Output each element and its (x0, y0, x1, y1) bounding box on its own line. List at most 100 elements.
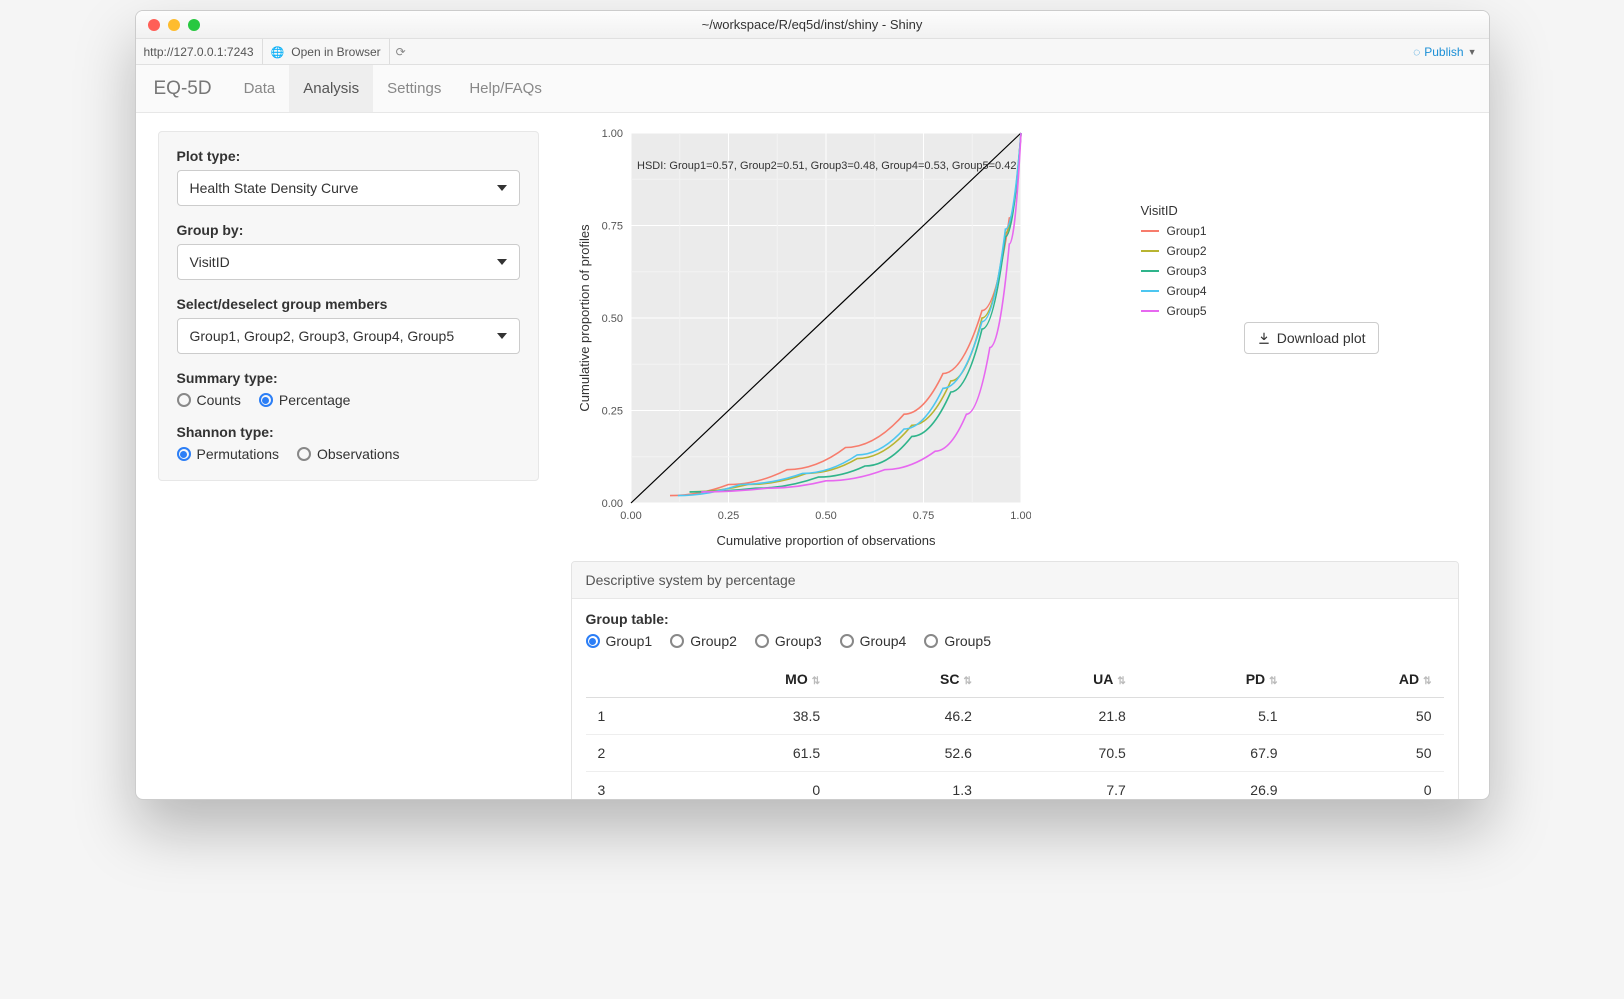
chevron-down-icon: ▼ (1468, 47, 1477, 57)
table-row: 301.37.726.90 (586, 772, 1444, 800)
chevron-down-icon (497, 185, 507, 191)
shannon-type-radios: Permutations Observations (177, 446, 520, 462)
summary-type-option[interactable]: Counts (177, 392, 241, 408)
browser-icon (271, 45, 288, 59)
svg-text:Cumulative proportion of obser: Cumulative proportion of observations (716, 533, 935, 548)
group-table-label: Group3 (775, 633, 822, 649)
table-cell: 0 (672, 772, 832, 800)
group-table-option[interactable]: Group1 (586, 633, 653, 649)
group-members-select[interactable]: Group1, Group2, Group3, Group4, Group5 (177, 318, 520, 354)
table-header[interactable]: AD⇅ (1290, 661, 1444, 698)
plot-legend: VisitID Group1Group2Group3Group4Group5 (1141, 203, 1207, 324)
traffic-lights (136, 19, 200, 31)
download-icon (1257, 331, 1271, 345)
legend-label: Group1 (1167, 224, 1207, 238)
group-table-option[interactable]: Group4 (840, 633, 907, 649)
svg-text:HSDI: Group1=0.57, Group2=0.51: HSDI: Group1=0.57, Group2=0.51, Group3=0… (637, 160, 1016, 172)
group-table-label: Group1 (606, 633, 653, 649)
radio-icon (177, 393, 191, 407)
main-panel: 0.000.250.500.751.000.000.250.500.751.00… (561, 113, 1489, 799)
table-cell: 0 (1290, 772, 1444, 800)
sidebar: Plot type: Health State Density Curve Gr… (136, 113, 561, 799)
sort-icon: ⇅ (964, 676, 972, 687)
close-window-icon[interactable] (148, 19, 160, 31)
svg-text:0.00: 0.00 (601, 498, 622, 510)
group-by-label: Group by: (177, 222, 520, 238)
chart-svg: 0.000.250.500.751.000.000.250.500.751.00… (571, 123, 1031, 553)
controls-well: Plot type: Health State Density Curve Gr… (158, 131, 539, 481)
table-header[interactable]: PD⇅ (1138, 661, 1290, 698)
plot-row: 0.000.250.500.751.000.000.250.500.751.00… (571, 123, 1459, 553)
plot-type-label: Plot type: (177, 148, 520, 164)
group-by-select[interactable]: VisitID (177, 244, 520, 280)
url-field[interactable]: http://127.0.0.1:7243 (136, 39, 263, 64)
group-table-option[interactable]: Group2 (670, 633, 737, 649)
summary-type-option[interactable]: Percentage (259, 392, 351, 408)
group-members-value: Group1, Group2, Group3, Group4, Group5 (190, 328, 455, 344)
legend-item: Group5 (1141, 304, 1207, 318)
radio-icon (259, 393, 273, 407)
titlebar: ~/workspace/R/eq5d/inst/shiny - Shiny (136, 11, 1489, 39)
nav-item-help[interactable]: Help/FAQs (455, 65, 556, 112)
svg-text:1.00: 1.00 (1010, 510, 1031, 522)
sort-icon: ⇅ (1117, 676, 1125, 687)
summary-type-radios: Counts Percentage (177, 392, 520, 408)
table-cell: 21.8 (984, 698, 1138, 735)
sort-icon: ⇅ (812, 676, 820, 687)
table-cell: 1.3 (832, 772, 984, 800)
summary-type-label: Counts (197, 392, 241, 408)
brand: EQ-5D (154, 78, 212, 100)
table-header[interactable]: MO⇅ (672, 661, 832, 698)
shannon-type-label: Observations (317, 446, 399, 462)
group-table-label: Group5 (944, 633, 991, 649)
panel-heading: Descriptive system by percentage (572, 562, 1458, 599)
shannon-type-option[interactable]: Permutations (177, 446, 279, 462)
chevron-down-icon (497, 259, 507, 265)
radio-icon (924, 634, 938, 648)
nav-item-data[interactable]: Data (230, 65, 290, 112)
summary-type-label: Summary type: (177, 370, 520, 386)
minimize-window-icon[interactable] (168, 19, 180, 31)
nav-item-analysis[interactable]: Analysis (289, 65, 373, 112)
radio-icon (840, 634, 854, 648)
plot-type-select[interactable]: Health State Density Curve (177, 170, 520, 206)
radio-icon (586, 634, 600, 648)
table-cell: 2 (586, 735, 672, 772)
legend-item: Group3 (1141, 264, 1207, 278)
table-cell: 61.5 (672, 735, 832, 772)
legend-swatch (1141, 230, 1159, 232)
nav-item-settings[interactable]: Settings (373, 65, 455, 112)
legend-swatch (1141, 270, 1159, 272)
reload-icon[interactable]: ⟳ (396, 45, 406, 59)
svg-text:0.50: 0.50 (815, 510, 836, 522)
svg-text:1.00: 1.00 (601, 128, 622, 140)
maximize-window-icon[interactable] (188, 19, 200, 31)
legend-label: Group3 (1167, 264, 1207, 278)
legend-swatch (1141, 250, 1159, 252)
group-table-option[interactable]: Group3 (755, 633, 822, 649)
legend-item: Group2 (1141, 244, 1207, 258)
navbar: EQ-5D Data Analysis Settings Help/FAQs (136, 65, 1489, 113)
table-cell: 38.5 (672, 698, 832, 735)
publish-button[interactable]: ◌ Publish ▼ (1401, 45, 1488, 59)
group-table-option[interactable]: Group5 (924, 633, 991, 649)
group-table-label: Group2 (690, 633, 737, 649)
table-header[interactable]: SC⇅ (832, 661, 984, 698)
svg-text:0.25: 0.25 (717, 510, 738, 522)
app-window: ~/workspace/R/eq5d/inst/shiny - Shiny ht… (135, 10, 1490, 800)
legend-title: VisitID (1141, 203, 1207, 218)
table-cell: 46.2 (832, 698, 984, 735)
table-header[interactable] (586, 661, 672, 698)
radio-icon (297, 447, 311, 461)
table-cell: 50 (1290, 735, 1444, 772)
plot-type-value: Health State Density Curve (190, 180, 359, 196)
download-plot-label: Download plot (1277, 330, 1366, 346)
download-plot-button[interactable]: Download plot (1244, 322, 1379, 354)
table-header[interactable]: UA⇅ (984, 661, 1138, 698)
publish-label: Publish (1424, 45, 1463, 59)
table-row: 261.552.670.567.950 (586, 735, 1444, 772)
window-title: ~/workspace/R/eq5d/inst/shiny - Shiny (136, 17, 1489, 32)
group-table-radios: Group1 Group2 Group3 Group4 Group5 (586, 633, 1444, 649)
open-in-browser-button[interactable]: Open in Browser (263, 39, 390, 64)
shannon-type-option[interactable]: Observations (297, 446, 399, 462)
